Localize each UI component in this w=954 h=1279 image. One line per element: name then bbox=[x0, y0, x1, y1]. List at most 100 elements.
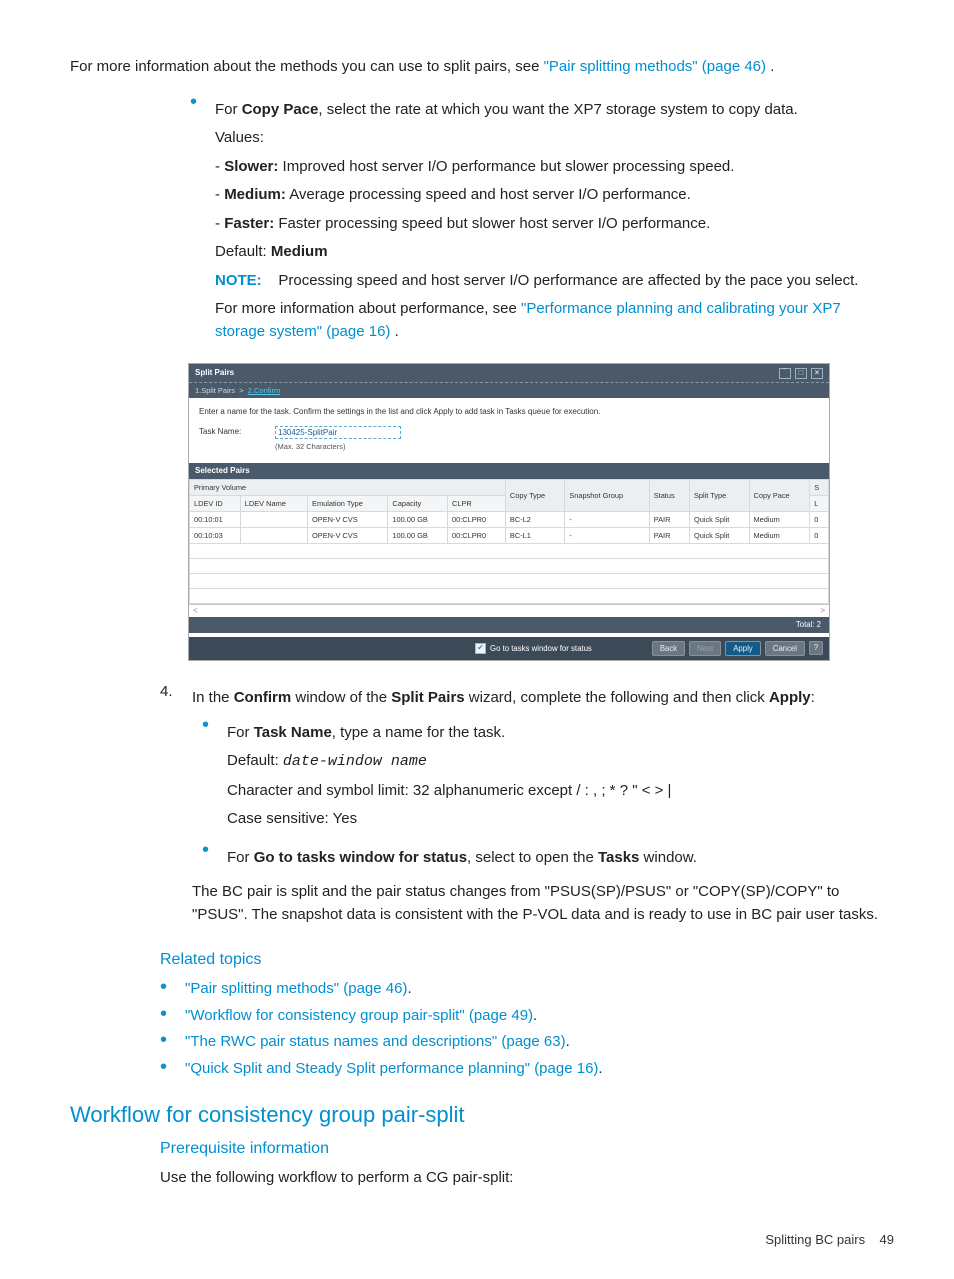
cell: Quick Split bbox=[689, 511, 749, 527]
table-row[interactable]: 00:10:03 OPEN-V CVS 100.00 GB 00:CLPR0 B… bbox=[190, 527, 829, 543]
checkbox-label: Go to tasks window for status bbox=[490, 643, 592, 655]
bullet-icon: • bbox=[160, 978, 167, 996]
text: For more information about the methods y… bbox=[70, 58, 544, 75]
goto-tasks-checkbox[interactable]: ✔ Go to tasks window for status bbox=[475, 643, 592, 655]
perf-line: For more information about performance, … bbox=[215, 298, 894, 343]
cell: 100.00 GB bbox=[388, 511, 448, 527]
horizontal-scrollbar[interactable]: < > bbox=[189, 605, 829, 617]
related-topics-heading: Related topics bbox=[160, 948, 894, 972]
default-line: Default: Medium bbox=[215, 241, 894, 264]
wizard-step-1[interactable]: 1.Split Pairs bbox=[195, 386, 235, 395]
section2-text: Use the following workflow to perform a … bbox=[160, 1167, 894, 1190]
cell: PAIR bbox=[649, 511, 689, 527]
scroll-right-icon[interactable]: > bbox=[820, 605, 825, 617]
cell: Medium bbox=[749, 511, 810, 527]
bullet-icon: • bbox=[160, 1058, 167, 1076]
link-related-4[interactable]: "Quick Split and Steady Split performanc… bbox=[185, 1060, 598, 1077]
text: Apply bbox=[769, 689, 811, 706]
dialog-footer: ✔ Go to tasks window for status Back Nex… bbox=[189, 637, 829, 661]
col-ldev-id: LDEV ID bbox=[190, 495, 241, 511]
dialog-title-text: Split Pairs bbox=[195, 367, 234, 379]
text: window of the bbox=[291, 689, 391, 706]
cell: BC-L2 bbox=[505, 511, 564, 527]
label: Slower: bbox=[224, 158, 278, 175]
cell: Quick Split bbox=[689, 527, 749, 543]
checkbox-icon[interactable]: ✔ bbox=[475, 643, 486, 654]
total-label: Total: 2 bbox=[189, 617, 829, 633]
table-row bbox=[190, 543, 829, 558]
text: Default: bbox=[215, 243, 271, 260]
task-default: Default: date-window name bbox=[227, 750, 671, 774]
label: Medium: bbox=[224, 186, 286, 203]
link-related-2[interactable]: "Workflow for consistency group pair-spl… bbox=[185, 1007, 533, 1024]
window-close-icon[interactable]: × bbox=[811, 368, 823, 379]
values-label: Values: bbox=[215, 127, 894, 150]
label-copy-pace: Copy Pace bbox=[242, 101, 319, 118]
apply-button[interactable]: Apply bbox=[725, 641, 761, 657]
dialog-instruction: Enter a name for the task. Confirm the s… bbox=[199, 406, 819, 418]
step4-result: The BC pair is split and the pair status… bbox=[192, 881, 894, 926]
step-number: 4. bbox=[160, 681, 192, 704]
text: : bbox=[811, 689, 815, 706]
cell bbox=[240, 511, 307, 527]
link-related-1[interactable]: "Pair splitting methods" (page 46) bbox=[185, 980, 407, 997]
split-pairs-dialog: Split Pairs ‾ □ × 1.Split Pairs > 2.Conf… bbox=[188, 363, 830, 661]
wizard-step-2[interactable]: 2.Confirm bbox=[248, 386, 281, 395]
text: Faster processing speed but slower host … bbox=[274, 215, 710, 232]
text: . bbox=[598, 1060, 602, 1077]
task-name-hint: (Max. 32 Characters) bbox=[275, 441, 401, 452]
text: For bbox=[227, 724, 254, 741]
text: Improved host server I/O performance but… bbox=[278, 158, 734, 175]
text: Processing speed and host server I/O per… bbox=[274, 272, 858, 289]
cell bbox=[240, 527, 307, 543]
bullet-icon: • bbox=[160, 1031, 167, 1049]
task-name-line: For Task Name, type a name for the task. bbox=[227, 722, 671, 745]
cell: 00:10:01 bbox=[190, 511, 241, 527]
footer-label: Splitting BC pairs bbox=[765, 1232, 865, 1247]
cancel-button[interactable]: Cancel bbox=[765, 641, 805, 657]
cell: 100.00 GB bbox=[388, 527, 448, 543]
copy-pace-intro: For Copy Pace, select the rate at which … bbox=[215, 99, 894, 122]
cell: - bbox=[565, 527, 649, 543]
table-row[interactable]: 00:10:01 OPEN-V CVS 100.00 GB 00:CLPR0 B… bbox=[190, 511, 829, 527]
task-name-input[interactable] bbox=[275, 426, 401, 439]
text: Split Pairs bbox=[391, 689, 464, 706]
next-button[interactable]: Next bbox=[689, 641, 721, 657]
task-name-label: Task Name: bbox=[199, 426, 259, 438]
window-max-icon[interactable]: □ bbox=[795, 368, 807, 379]
text: Go to tasks window for status bbox=[254, 849, 467, 866]
link-pair-splitting-methods[interactable]: "Pair splitting methods" (page 46) bbox=[544, 58, 766, 75]
cell: PAIR bbox=[649, 527, 689, 543]
text: , type a name for the task. bbox=[332, 724, 505, 741]
window-min-icon[interactable]: ‾ bbox=[779, 368, 791, 379]
cell: 0 bbox=[810, 527, 829, 543]
col-copytype: Copy Type bbox=[505, 479, 564, 511]
col-clpr: CLPR bbox=[447, 495, 505, 511]
col-status: Status bbox=[649, 479, 689, 511]
link-related-3[interactable]: "The RWC pair status names and descripti… bbox=[185, 1033, 566, 1050]
cell: 0 bbox=[810, 511, 829, 527]
text: wizard, complete the following and then … bbox=[465, 689, 769, 706]
text: In the bbox=[192, 689, 234, 706]
text: For more information about performance, … bbox=[215, 300, 521, 317]
col-ldev-name: LDEV Name bbox=[240, 495, 307, 511]
back-button[interactable]: Back bbox=[652, 641, 685, 657]
bullet-icon: • bbox=[202, 716, 209, 734]
cell: OPEN-V CVS bbox=[308, 511, 388, 527]
help-button[interactable]: ? bbox=[809, 641, 823, 655]
text: . bbox=[566, 1033, 570, 1050]
goto-tasks-line: For Go to tasks window for status, selec… bbox=[227, 847, 697, 870]
cell: BC-L1 bbox=[505, 527, 564, 543]
text: Default: bbox=[227, 752, 283, 769]
text: . bbox=[395, 323, 399, 340]
col-copy-pace: Copy Pace bbox=[749, 479, 810, 511]
value-slower: - Slower: Improved host server I/O perfo… bbox=[215, 156, 894, 179]
step4-intro: In the Confirm window of the Split Pairs… bbox=[192, 687, 894, 710]
scroll-left-icon[interactable]: < bbox=[193, 605, 198, 617]
mono-text: date-window name bbox=[283, 753, 427, 770]
bullet-icon: • bbox=[202, 841, 209, 859]
col-group-primary: Primary Volume bbox=[190, 479, 506, 495]
dialog-titlebar: Split Pairs ‾ □ × bbox=[189, 364, 829, 382]
note-label: NOTE: bbox=[215, 272, 262, 289]
subheading-prerequisite: Prerequisite information bbox=[160, 1137, 894, 1161]
